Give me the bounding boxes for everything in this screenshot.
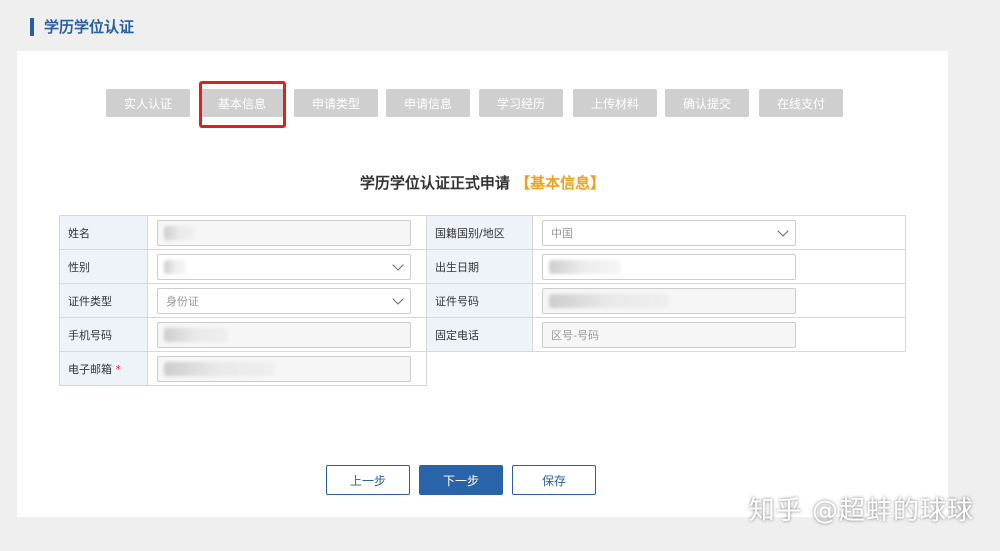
main-panel: 实人认证 基本信息 申请类型 申请信息 学习经历 上传材料 确认提交 在线支付 … — [17, 51, 948, 517]
form-row: 证件类型 身份证 证件号码 — [59, 283, 906, 318]
basic-info-form: 姓名 国籍国别/地区 中国 性别 出生日期 证件类型 身份证 证件号码 手机号码… — [59, 215, 906, 386]
step-application-type[interactable]: 申请类型 — [294, 89, 378, 117]
form-title: 学历学位认证正式申请 【基本信息】 — [17, 172, 948, 193]
form-row: 手机号码 固定电话 区号-号码 — [59, 317, 906, 352]
redacted-value — [164, 259, 186, 274]
step-upload-materials[interactable]: 上传材料 — [573, 89, 657, 117]
step-study-history[interactable]: 学习经历 — [479, 89, 563, 117]
active-step-highlight — [199, 81, 286, 128]
step-real-person-auth[interactable]: 实人认证 — [106, 89, 190, 117]
next-step-button[interactable]: 下一步 — [419, 465, 503, 495]
nationality-value: 中国 — [551, 226, 573, 240]
id-number-input[interactable] — [542, 287, 796, 314]
gender-label: 性别 — [59, 249, 148, 284]
id-type-value: 身份证 — [166, 294, 199, 308]
nationality-label: 国籍国别/地区 — [426, 215, 533, 250]
watermark: 知乎 @超蚌的球球 — [748, 496, 974, 526]
page-title: 学历学位认证 — [30, 18, 134, 36]
required-mark: * — [115, 362, 122, 376]
step-online-payment[interactable]: 在线支付 — [759, 89, 843, 117]
step-application-info[interactable]: 申请信息 — [386, 89, 470, 117]
email-label-text: 电子邮箱 — [68, 362, 112, 376]
landline-label: 固定电话 — [426, 317, 533, 352]
gender-select[interactable] — [157, 253, 411, 280]
name-label: 姓名 — [59, 215, 148, 250]
chevron-down-icon — [777, 224, 789, 237]
redacted-value — [549, 293, 669, 308]
redacted-value — [164, 361, 274, 376]
birthdate-label: 出生日期 — [426, 249, 533, 284]
form-title-text: 学历学位认证正式申请 — [359, 174, 510, 192]
redacted-value — [164, 225, 194, 240]
form-row: 性别 出生日期 — [59, 249, 906, 284]
mobile-label: 手机号码 — [59, 317, 148, 352]
prev-step-button[interactable]: 上一步 — [326, 465, 410, 495]
email-label: 电子邮箱 * — [59, 351, 148, 386]
birthdate-input[interactable] — [542, 253, 796, 280]
form-row: 电子邮箱 * — [59, 351, 906, 386]
id-type-select[interactable]: 身份证 — [157, 287, 411, 314]
save-button[interactable]: 保存 — [512, 465, 596, 495]
nationality-select[interactable]: 中国 — [542, 219, 796, 246]
landline-input[interactable]: 区号-号码 — [542, 321, 796, 348]
form-title-accent: 【基本信息】 — [515, 174, 606, 192]
id-number-label: 证件号码 — [426, 283, 533, 318]
email-input[interactable] — [157, 355, 411, 382]
chevron-down-icon — [392, 258, 404, 271]
mobile-input[interactable] — [157, 321, 411, 348]
redacted-value — [164, 327, 228, 342]
redacted-value — [549, 259, 621, 274]
step-confirm-submit[interactable]: 确认提交 — [665, 89, 749, 117]
chevron-down-icon — [392, 292, 404, 305]
id-type-label: 证件类型 — [59, 283, 148, 318]
landline-placeholder: 区号-号码 — [551, 328, 599, 342]
form-row: 姓名 国籍国别/地区 中国 — [59, 215, 906, 250]
name-input[interactable] — [157, 219, 411, 246]
